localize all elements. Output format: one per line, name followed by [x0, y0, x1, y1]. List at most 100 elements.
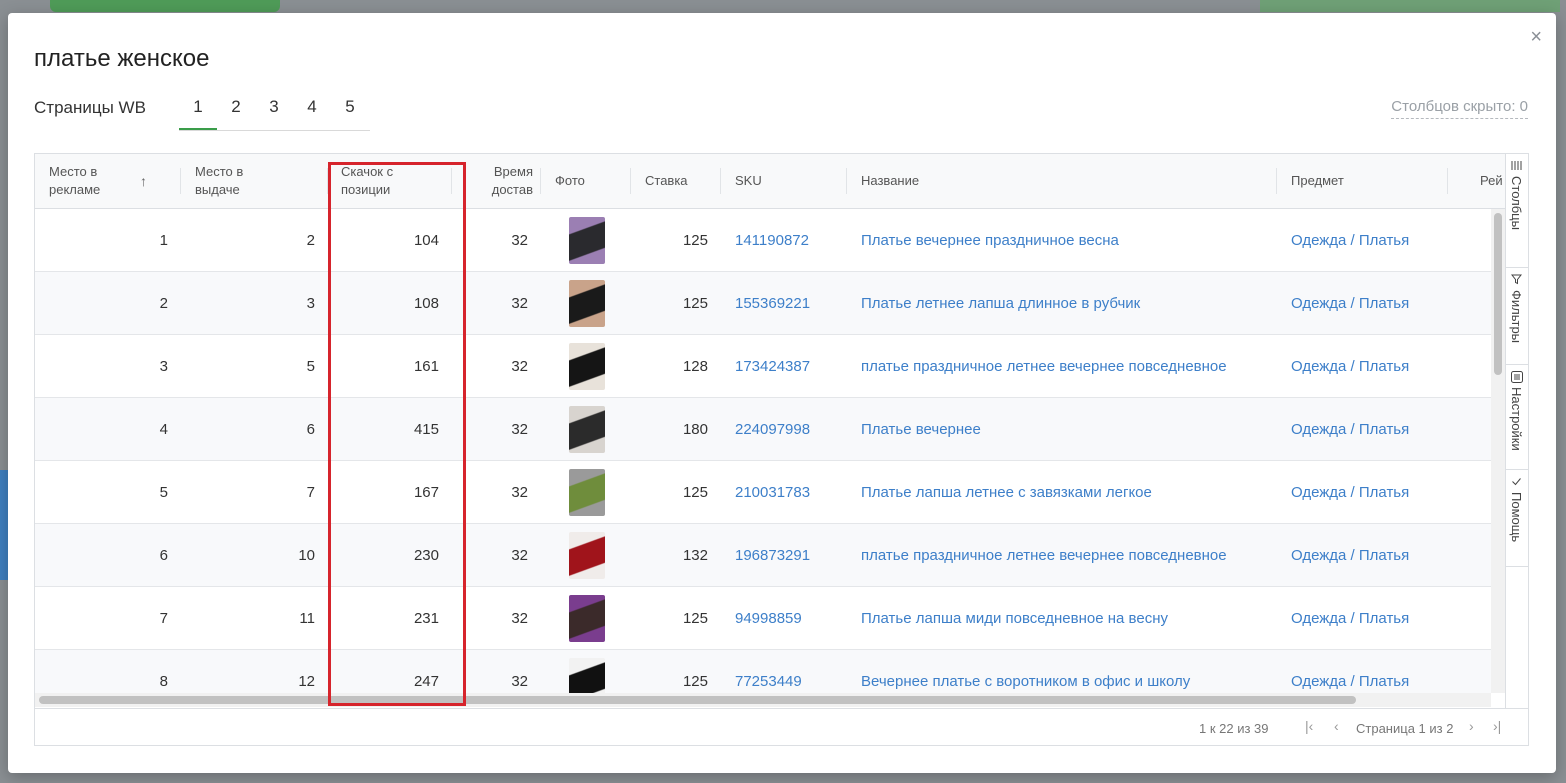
side-tab-label: Настройки — [1509, 387, 1524, 451]
cell-position-jump: 415 — [413, 420, 439, 438]
background-app-edge — [0, 470, 8, 580]
product-photo[interactable] — [569, 594, 605, 642]
cell-subject[interactable]: Одежда / Платья — [1277, 272, 1448, 334]
cell-name[interactable]: Вечернее платье с воротником в офис и шк… — [847, 650, 1277, 693]
cell-rate: 125 — [682, 609, 708, 627]
previous-page-icon[interactable]: ‹ — [1334, 718, 1339, 734]
vertical-scroll-thumb[interactable] — [1494, 213, 1502, 375]
cell-photo[interactable] — [541, 398, 631, 460]
cell-name[interactable]: платье праздничное летнее вечернее повсе… — [847, 524, 1277, 586]
tab-page-4[interactable]: 4 — [293, 95, 331, 128]
product-photo[interactable] — [569, 468, 605, 516]
cell-subject[interactable]: Одежда / Платья — [1277, 398, 1448, 460]
header-sku[interactable]: SKU — [721, 154, 847, 208]
cell-delivery-time: 32 — [511, 420, 528, 438]
sort-ascending-icon[interactable]: ↑ — [140, 172, 147, 190]
cell-sku[interactable]: 224097998 — [721, 398, 847, 460]
close-icon[interactable]: × — [1530, 27, 1542, 47]
product-photo[interactable] — [569, 531, 605, 579]
cell-name[interactable]: Платье летнее лапша длинное в рубчик — [847, 272, 1277, 334]
header-name[interactable]: Название — [847, 154, 1277, 208]
cell-sku[interactable]: 77253449 — [721, 650, 847, 693]
cell-photo[interactable] — [541, 587, 631, 649]
header-ad-place[interactable]: Место в рекламе ↑ — [35, 154, 181, 208]
header-search-place[interactable]: Место в выдаче — [181, 154, 328, 208]
cell-subject[interactable]: Одежда / Платья — [1277, 461, 1448, 523]
cell-sku[interactable]: 141190872 — [721, 209, 847, 271]
horizontal-scroll-thumb[interactable] — [39, 696, 1356, 704]
last-page-icon[interactable]: ›| — [1493, 718, 1501, 734]
header-position-jump[interactable]: Скачок с позиции — [328, 154, 452, 208]
header-label: Место в рекламе — [49, 164, 101, 197]
header-label: Название — [861, 173, 920, 188]
cell-search-place: 12 — [298, 672, 315, 690]
header-rating[interactable]: Рей — [1448, 154, 1505, 208]
results-grid: Место в рекламе ↑ Место в выдаче Скачок … — [34, 153, 1529, 746]
header-photo[interactable]: Фото — [541, 154, 631, 208]
cell-delivery-time: 32 — [511, 609, 528, 627]
table-row[interactable]: 6 10 230 32 132 196873291 платье праздничное л… — [35, 524, 1505, 587]
horizontal-scrollbar[interactable] — [35, 693, 1491, 707]
cell-subject[interactable]: Одежда / Платья — [1277, 650, 1448, 693]
cell-photo[interactable] — [541, 272, 631, 334]
table-row[interactable]: 7 11 231 32 125 94998859 Платье лапша миди пов… — [35, 587, 1505, 650]
cell-photo[interactable] — [541, 524, 631, 586]
cell-subject[interactable]: Одежда / Платья — [1277, 209, 1448, 271]
first-page-icon[interactable]: |‹ — [1305, 718, 1313, 734]
table-row[interactable]: 1 2 104 32 125 141190872 Платье вечернее празд… — [35, 209, 1505, 272]
table-row[interactable]: 8 12 247 32 125 77253449 Вечернее платье с вор… — [35, 650, 1505, 693]
cell-delivery-time: 32 — [511, 546, 528, 564]
table-row[interactable]: 3 5 161 32 128 173424387 платье праздничное ле… — [35, 335, 1505, 398]
cell-rate: 132 — [682, 546, 708, 564]
cell-photo[interactable] — [541, 650, 631, 693]
header-label: Время достав — [491, 164, 533, 197]
cell-sku[interactable]: 196873291 — [721, 524, 847, 586]
side-tab-help[interactable]: Помощь — [1506, 470, 1528, 567]
header-subject[interactable]: Предмет — [1277, 154, 1448, 208]
table-row[interactable]: 4 6 415 32 180 224097998 Платье вечернее Одежда… — [35, 398, 1505, 461]
vertical-scrollbar[interactable] — [1491, 209, 1505, 693]
cell-sku[interactable]: 173424387 — [721, 335, 847, 397]
header-delivery-time[interactable]: Время достав — [452, 154, 541, 208]
background-app-bar-right — [1260, 0, 1560, 12]
cell-name[interactable]: платье праздничное летнее вечернее повсе… — [847, 335, 1277, 397]
hidden-columns-link[interactable]: Столбцов скрыто: 0 — [1391, 98, 1528, 119]
cell-subject[interactable]: Одежда / Платья — [1277, 335, 1448, 397]
cell-delivery-time: 32 — [511, 231, 528, 249]
cell-search-place: 11 — [299, 609, 315, 627]
header-rate[interactable]: Ставка — [631, 154, 721, 208]
cell-name[interactable]: Платье лапша летнее с завязками легкое — [847, 461, 1277, 523]
cell-photo[interactable] — [541, 461, 631, 523]
pagination-bar: 1 к 22 из 39 |‹ ‹ Страница 1 из 2 › ›| — [35, 708, 1528, 745]
cell-photo[interactable] — [541, 209, 631, 271]
cell-name[interactable]: Платье вечернее праздничное весна — [847, 209, 1277, 271]
cell-sku[interactable]: 155369221 — [721, 272, 847, 334]
tab-page-1[interactable]: 1 — [179, 95, 217, 130]
product-photo[interactable] — [569, 216, 605, 264]
product-photo[interactable] — [569, 657, 605, 693]
cell-sku[interactable]: 210031783 — [721, 461, 847, 523]
next-page-icon[interactable]: › — [1469, 718, 1474, 734]
header-label: Скачок с позиции — [341, 164, 394, 197]
cell-name[interactable]: Платье лапша миди повседневное на весну — [847, 587, 1277, 649]
cell-ad-place: 6 — [159, 546, 168, 564]
cell-search-place: 2 — [306, 231, 315, 249]
product-photo[interactable] — [569, 405, 605, 453]
cell-rate: 128 — [682, 357, 708, 375]
tab-page-2[interactable]: 2 — [217, 95, 255, 128]
side-tab-columns[interactable]: Столбцы — [1506, 154, 1528, 268]
cell-sku[interactable]: 94998859 — [721, 587, 847, 649]
cell-subject[interactable]: Одежда / Платья — [1277, 524, 1448, 586]
side-tab-settings[interactable]: Настройки — [1506, 365, 1528, 470]
tab-page-5[interactable]: 5 — [331, 95, 369, 128]
cell-name[interactable]: Платье вечернее — [847, 398, 1277, 460]
table-row[interactable]: 5 7 167 32 125 210031783 Платье лапша летнее с… — [35, 461, 1505, 524]
tab-page-3[interactable]: 3 — [255, 95, 293, 128]
search-results-modal: × платье женское Страницы WB 1 2 3 4 5 С… — [8, 13, 1556, 773]
cell-subject[interactable]: Одежда / Платья — [1277, 587, 1448, 649]
product-photo[interactable] — [569, 342, 605, 390]
table-row[interactable]: 2 3 108 32 125 155369221 Платье летнее лапша д… — [35, 272, 1505, 335]
side-tab-filters[interactable]: Фильтры — [1506, 268, 1528, 365]
product-photo[interactable] — [569, 279, 605, 327]
cell-photo[interactable] — [541, 335, 631, 397]
